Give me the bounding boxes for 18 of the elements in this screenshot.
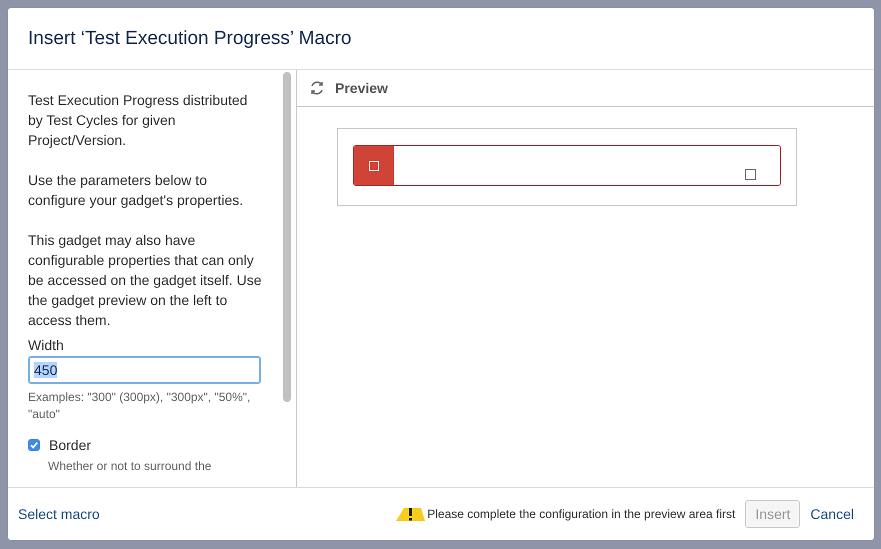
warning-icon: [395, 507, 426, 521]
dialog-title: Insert ‘Test Execution Progress’ Macro: [28, 28, 352, 50]
checkbox-label: Border: [49, 437, 92, 453]
cancel-link[interactable]: Cancel: [810, 506, 854, 522]
field-label: Width: [28, 336, 65, 354]
refresh-icon[interactable]: [309, 80, 325, 96]
square-icon: [369, 160, 379, 170]
field-hint: Whether or not to surround the: [48, 459, 212, 473]
field-hint: Examples: "300" (300px), "300px", "50%", "auto": [28, 389, 252, 423]
description-text: Test Execution Progress distributed by Test Cycles for given Project/Version.: [28, 91, 248, 150]
description-text: This gadget may also have configurable properties that can only be accessed on the gadget itself. Use the gadget preview on the left to access them.: [28, 231, 262, 330]
checkbox[interactable]: [28, 439, 40, 451]
width-field[interactable]: 450: [28, 356, 261, 384]
warning-message: Please complete the configuration in the preview area first: [427, 507, 736, 521]
select-macro-link[interactable]: Select macro: [18, 506, 100, 522]
description-text: Use the parameters below to configure your gadget's properties.: [28, 171, 244, 210]
square-icon: [745, 169, 756, 180]
preview-title: Preview: [335, 80, 388, 96]
